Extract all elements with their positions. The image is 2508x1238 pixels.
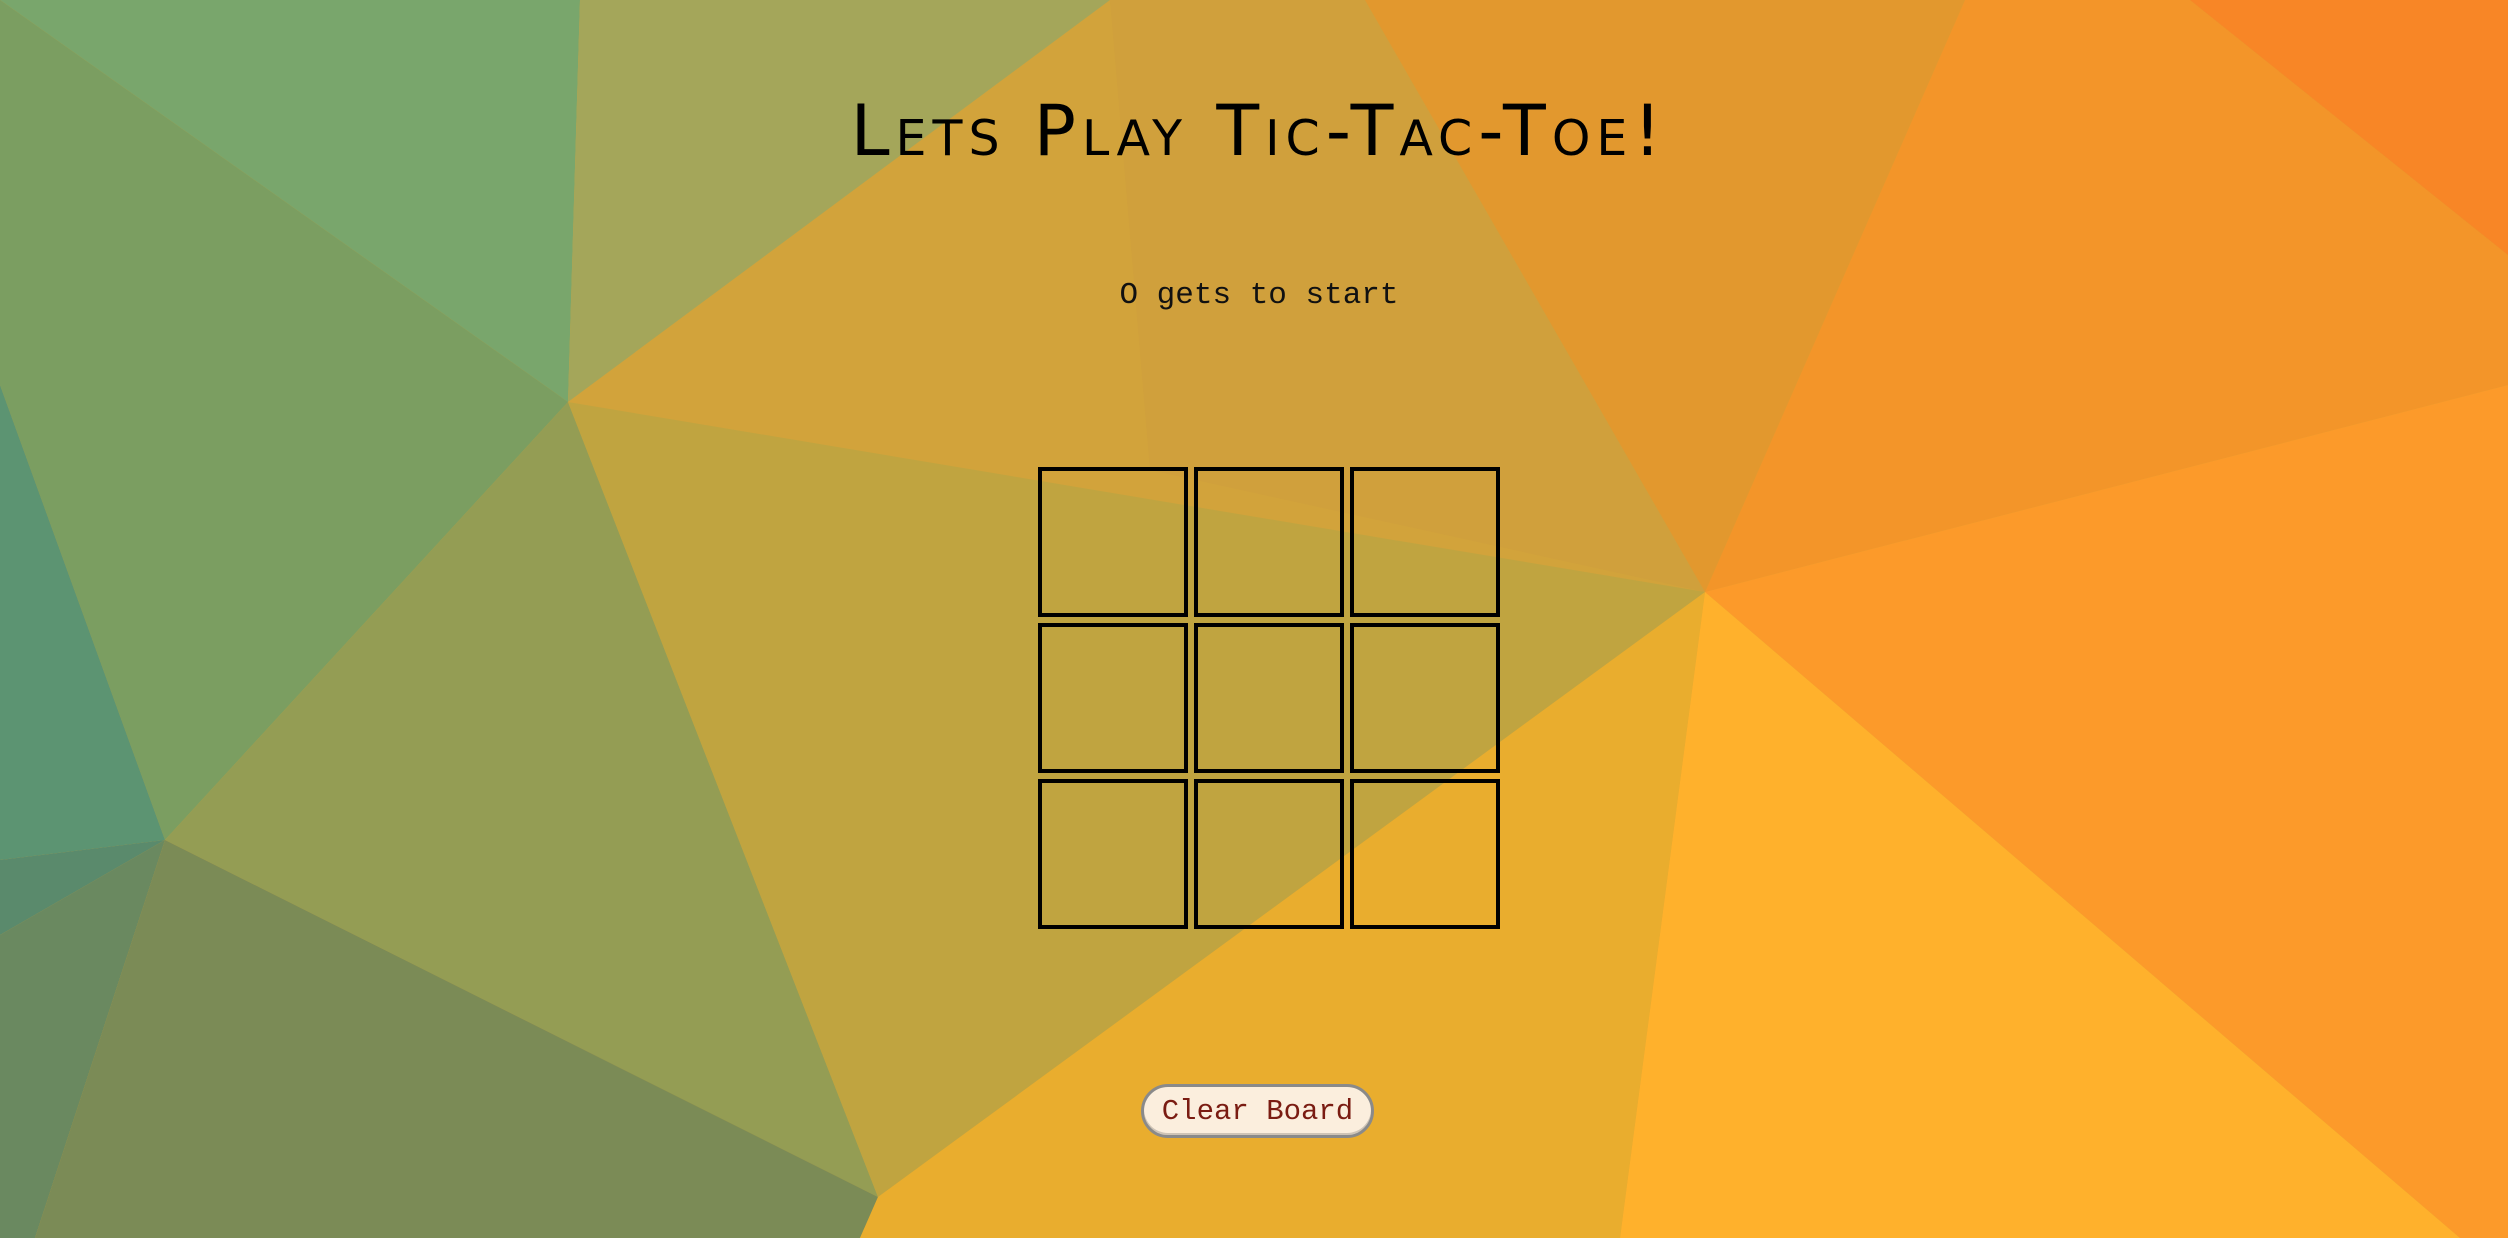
status-text: O gets to start (1119, 278, 1399, 313)
board-cell-3[interactable] (1350, 467, 1500, 617)
board-cell-7[interactable] (1038, 779, 1188, 929)
clear-board-button[interactable]: Clear Board (1141, 1084, 1374, 1138)
board-cell-1[interactable] (1038, 467, 1188, 617)
board-cell-8[interactable] (1194, 779, 1344, 929)
board-cell-5[interactable] (1194, 623, 1344, 773)
board-cell-2[interactable] (1194, 467, 1344, 617)
board-cell-4[interactable] (1038, 623, 1188, 773)
page-title: Lets Play Tic-Tac-Toe! (850, 90, 1668, 172)
board-cell-9[interactable] (1350, 779, 1500, 929)
game-board (1038, 467, 1502, 931)
board-cell-6[interactable] (1350, 623, 1500, 773)
